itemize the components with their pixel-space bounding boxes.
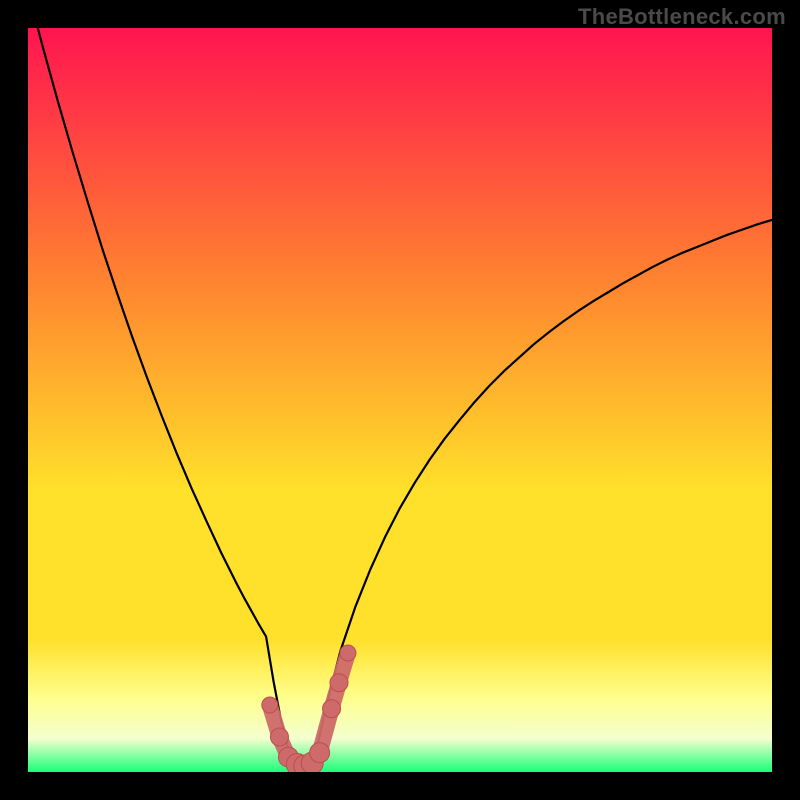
plot-area <box>28 28 772 772</box>
curve-marker <box>340 645 356 661</box>
curve-marker <box>270 728 288 746</box>
curve-marker <box>330 674 348 692</box>
watermark-text: TheBottleneck.com <box>578 4 786 30</box>
curve-marker <box>323 700 341 718</box>
curve-marker <box>310 743 330 763</box>
bottleneck-curve-chart <box>28 28 772 772</box>
chart-background <box>28 28 772 772</box>
curve-marker <box>262 697 278 713</box>
chart-frame: TheBottleneck.com <box>0 0 800 800</box>
